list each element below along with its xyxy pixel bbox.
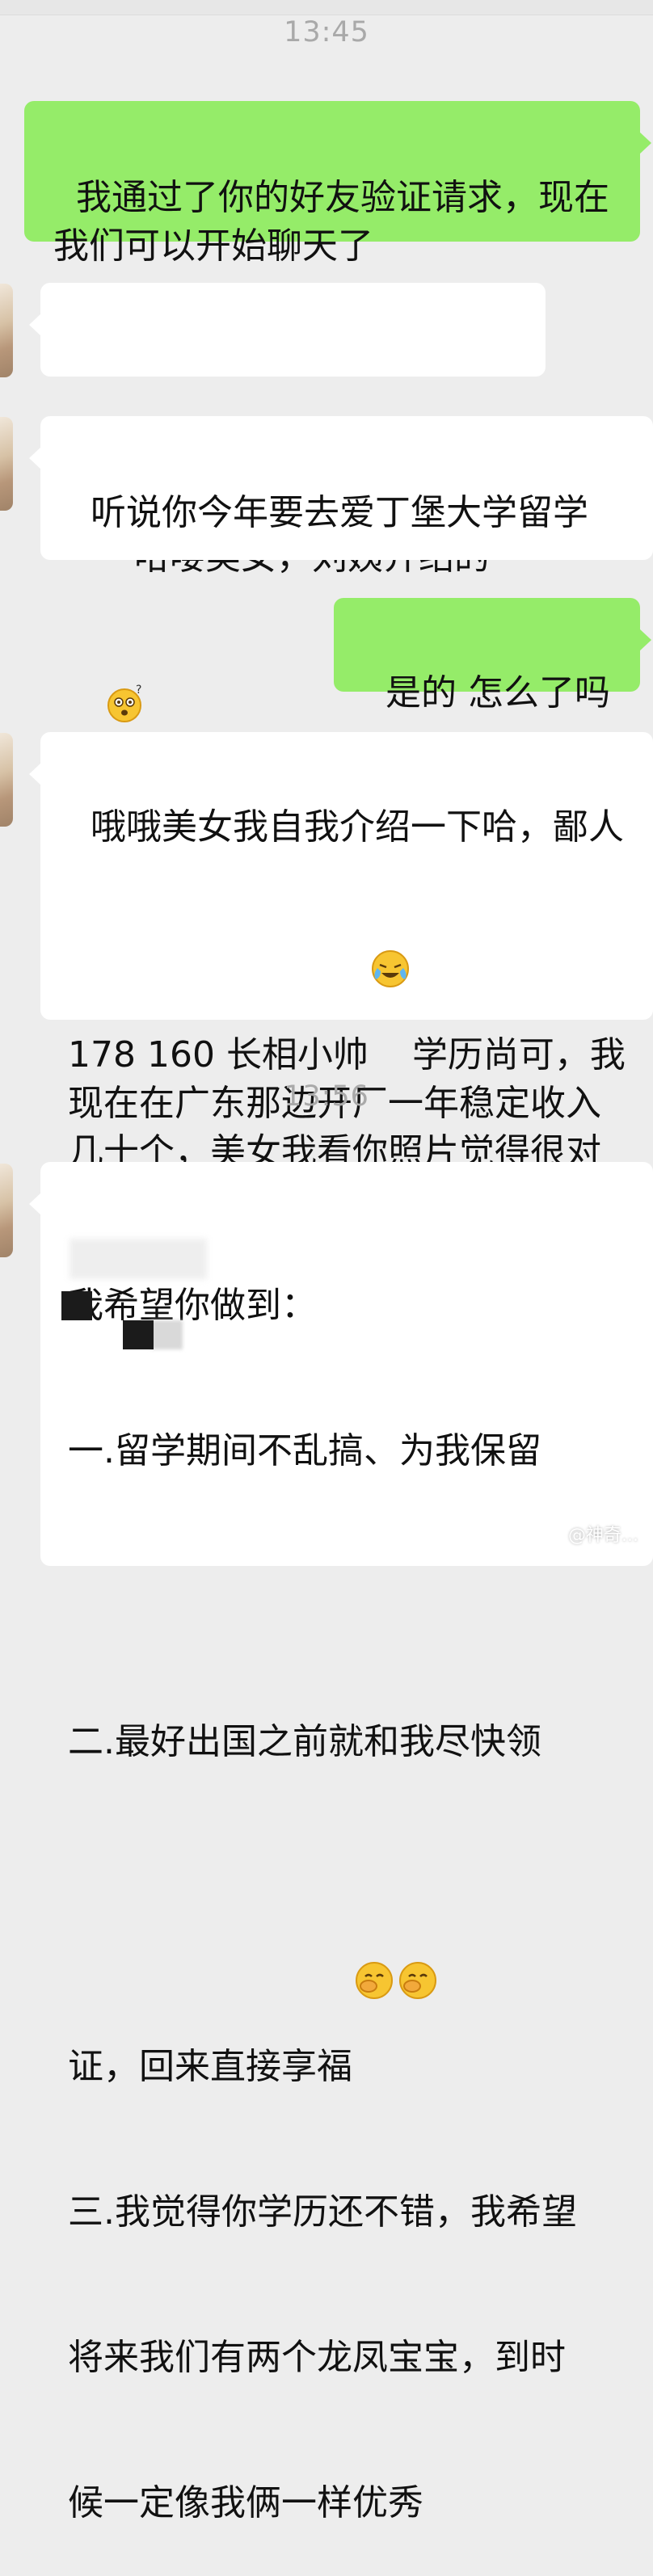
blur-overlay bbox=[150, 1320, 183, 1349]
message-bubble-incoming[interactable]: 我希望你做到： 一.留学期间不乱搞、为我保留 二.最好出国之前就和我尽快领 证，… bbox=[29, 1162, 653, 2523]
redacted-line bbox=[68, 1572, 626, 1621]
weibo-logo-icon bbox=[541, 1525, 566, 1543]
message-bubble-outgoing[interactable]: 我通过了你的好友验证请求，现在我们可以开始聊天了 bbox=[24, 101, 651, 267]
watermark: @神奇... bbox=[541, 1521, 638, 1547]
crying-laughing-face-icon bbox=[370, 852, 411, 987]
message-bubble-incoming[interactable]: 哈喽美女，刘姨介绍的 bbox=[29, 283, 546, 578]
shy-face-icon bbox=[354, 1863, 394, 1999]
avatar[interactable] bbox=[0, 1164, 13, 1257]
message-bubble-incoming[interactable]: 哦哦美女我自我介绍一下哈，鄙人178 160 长相小帅 学历尚可，我现在在广东那… bbox=[29, 732, 653, 1221]
message-line-with-emoji: 证，回来直接享福 bbox=[68, 1863, 626, 2091]
blur-overlay bbox=[70, 1239, 207, 1279]
top-divider bbox=[0, 0, 653, 15]
message-bubble-incoming[interactable]: 听说你今年要去爱丁堡大学留学 啊 ? bbox=[29, 416, 653, 810]
message-text: 证，回来直接享福 bbox=[68, 2046, 352, 2087]
avatar[interactable] bbox=[0, 733, 13, 827]
timestamp: 13:45 bbox=[284, 16, 369, 48]
message-text: 我通过了你的好友验证请求，现在我们可以开始聊天了 bbox=[53, 177, 609, 267]
shy-face-icon bbox=[92, 354, 133, 490]
message-text: 是的 怎么了吗 bbox=[385, 672, 610, 713]
surprised-face-icon: ? bbox=[105, 586, 145, 722]
message-text: 听说你今年要去爱丁堡大学留学 bbox=[90, 492, 588, 533]
svg-text:?: ? bbox=[136, 684, 141, 697]
avatar[interactable] bbox=[0, 284, 13, 377]
message-line: 一.留学期间不乱搞、为我保留 bbox=[68, 1430, 541, 1471]
timestamp: 13:56 bbox=[284, 1080, 369, 1113]
redaction-block bbox=[123, 1320, 154, 1349]
avatar[interactable] bbox=[0, 417, 13, 511]
message-line: 候一定像我俩一样优秀 bbox=[68, 2482, 423, 2523]
message-bubble-outgoing[interactable]: 是的 怎么了吗 bbox=[334, 598, 651, 713]
watermark-text: @神奇... bbox=[568, 1526, 638, 1546]
message-line: 将来我们有两个龙凤宝宝，到时 bbox=[68, 2337, 566, 2378]
message-line: 三.我觉得你学历还不错，我希望 bbox=[68, 2191, 577, 2233]
shy-face-icon bbox=[398, 1863, 438, 1999]
message-line: 二.最好出国之前就和我尽快领 bbox=[68, 1721, 541, 1762]
redaction-block bbox=[61, 1291, 92, 1320]
